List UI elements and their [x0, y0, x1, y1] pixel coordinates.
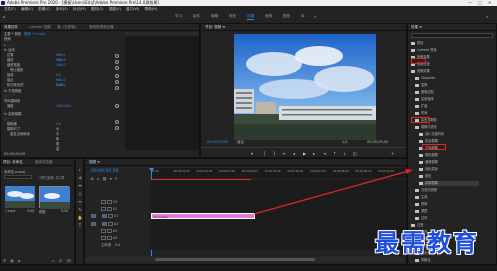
watermark-logo: 最需教育 [375, 228, 479, 257]
status-bar [0, 265, 497, 271]
annotation-arrow-line [253, 169, 413, 215]
